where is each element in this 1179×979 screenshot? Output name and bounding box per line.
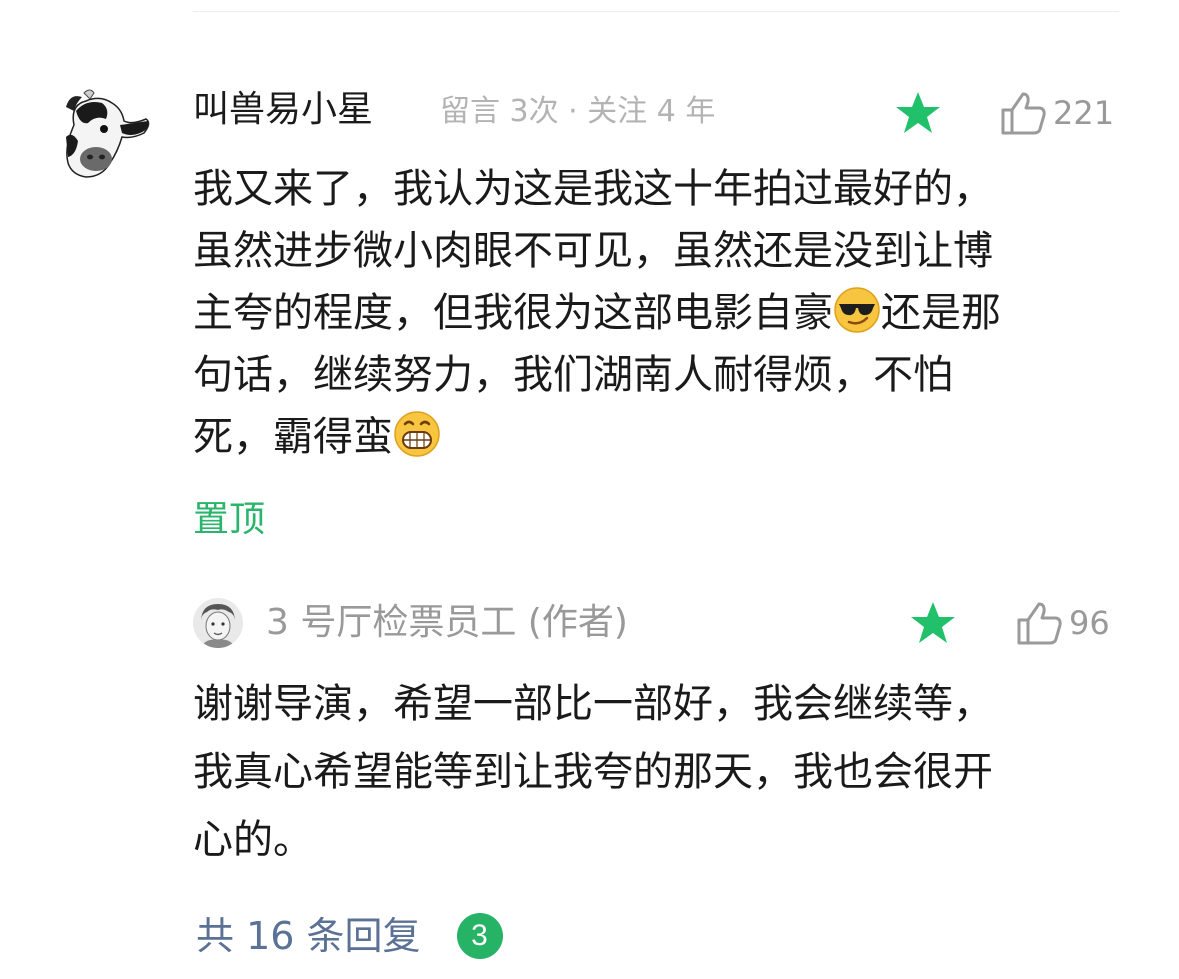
comment-text-segment: 主夸的程度，但我很为这部电影自豪	[193, 290, 833, 336]
avatar[interactable]	[60, 85, 156, 181]
comment-header: 叫兽易小星 留言 3次 · 关注 4 年 221	[193, 84, 1123, 136]
replies-count-label: 共 16 条回复	[196, 914, 421, 958]
new-replies-badge: 3	[456, 913, 503, 959]
comment-line: 死，霸得蛮	[193, 406, 1123, 468]
star-icon	[896, 92, 940, 133]
comment-line: 主夸的程度，但我很为这部电影自豪 还是那	[193, 282, 1123, 344]
thumbs-up-icon	[1017, 602, 1062, 645]
reply-avatar[interactable]	[193, 598, 243, 648]
reply-star-button[interactable]	[908, 600, 958, 646]
grinning-emoji-icon	[394, 411, 440, 457]
view-replies-link[interactable]: 共 16 条回复 3	[196, 908, 503, 964]
reply-like-button[interactable]: 96	[1015, 598, 1110, 648]
reply-content: 谢谢导演，希望一部比一部好，我会继续等， 我真心希望能等到让我夸的那天，我也会很…	[193, 670, 1123, 874]
pinned-label: 置顶	[193, 499, 266, 540]
comment-content: 我又来了，我认为这是我这十年拍过最好的， 虽然进步微小肉眼不可见，虽然还是没到让…	[193, 158, 1123, 468]
user-meta: 留言 3次 · 关注 4 年	[440, 94, 716, 129]
top-divider	[193, 11, 1119, 12]
reply-line: 我真心希望能等到让我夸的那天，我也会很开	[193, 749, 993, 795]
author-avatar-image	[193, 598, 243, 648]
thumbs-up-icon	[1001, 92, 1046, 135]
comment-line: 句话，继续努力，我们湖南人耐得烦，不怕	[193, 352, 953, 398]
comment-text-segment: 死，霸得蛮	[193, 414, 393, 460]
like-count: 221	[1053, 94, 1115, 132]
star-button[interactable]	[893, 90, 943, 136]
sunglasses-emoji-icon	[834, 287, 880, 333]
star-icon	[911, 602, 955, 643]
reply-line: 谢谢导演，希望一部比一部好，我会继续等，	[193, 681, 993, 727]
cow-avatar-image	[60, 85, 156, 181]
reply-line: 心的。	[193, 817, 313, 863]
reply-username[interactable]: 3 号厅检票员工 (作者)	[266, 600, 628, 646]
username[interactable]: 叫兽易小星	[193, 88, 373, 132]
reply-like-count: 96	[1069, 604, 1110, 642]
like-button[interactable]: 221	[999, 88, 1114, 138]
comment-line: 虽然进步微小肉眼不可见，虽然还是没到让博	[193, 228, 993, 274]
comment-line: 我又来了，我认为这是我这十年拍过最好的，	[193, 166, 993, 212]
comment-text-segment: 还是那	[881, 290, 1001, 336]
